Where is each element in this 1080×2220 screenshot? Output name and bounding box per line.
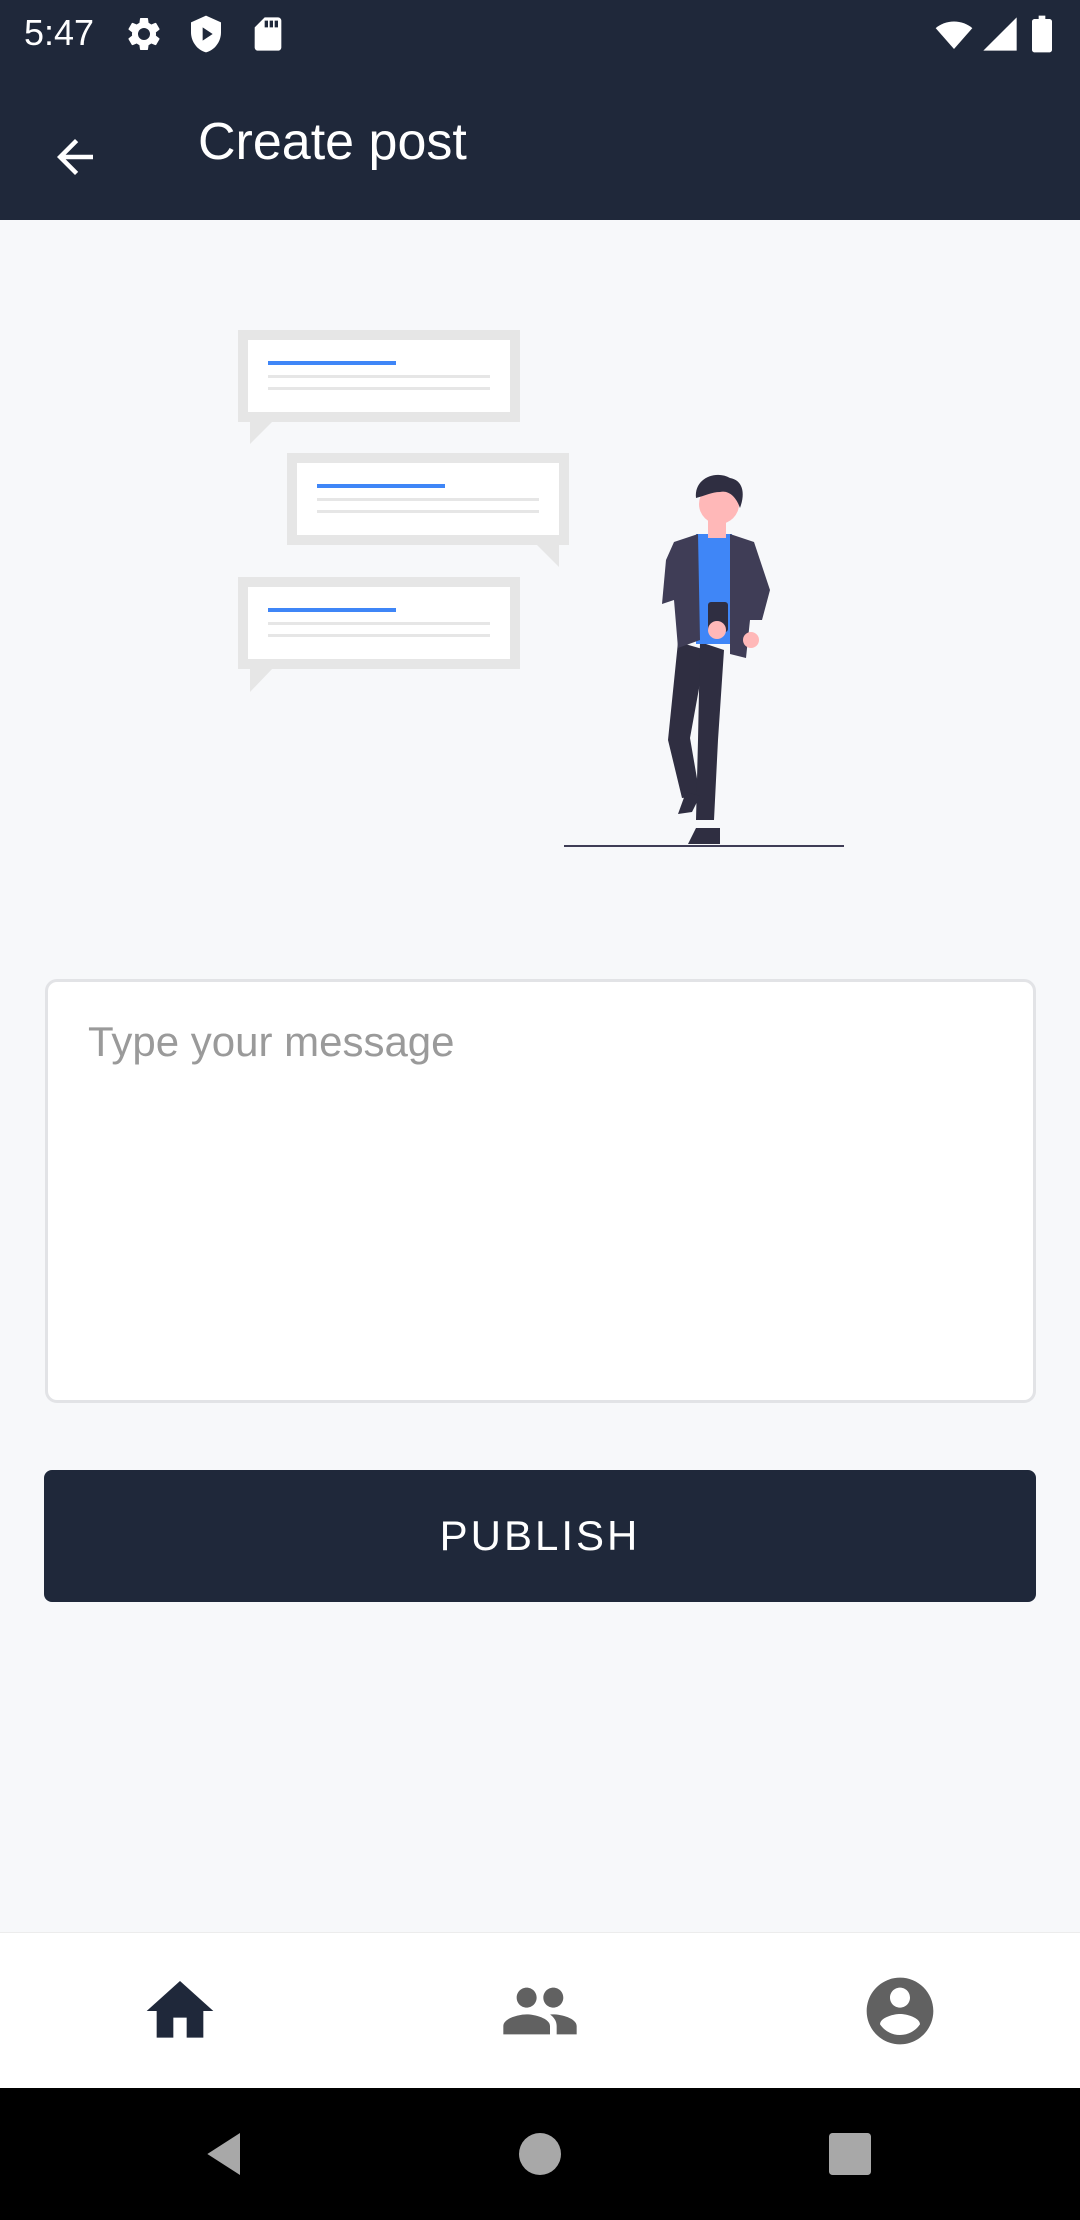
arrow-left-icon bbox=[57, 139, 93, 175]
status-time: 5:47 bbox=[24, 12, 95, 53]
home-icon bbox=[146, 1981, 214, 2038]
app-bar: Create post bbox=[0, 66, 1080, 220]
shield-icon bbox=[186, 14, 226, 54]
chat-bubble-3 bbox=[238, 577, 520, 692]
back-button[interactable] bbox=[30, 112, 120, 202]
back-triangle-icon bbox=[207, 2133, 240, 2175]
system-back-button[interactable] bbox=[190, 2118, 262, 2190]
person-figure bbox=[662, 474, 770, 844]
publish-button[interactable]: PUBLISH bbox=[44, 1470, 1036, 1602]
settings-icon bbox=[124, 14, 164, 54]
chat-bubble-1 bbox=[238, 330, 520, 444]
system-home-button[interactable] bbox=[504, 2118, 576, 2190]
message-input[interactable] bbox=[48, 982, 1033, 1400]
cellular-signal-icon bbox=[980, 14, 1020, 54]
battery-icon bbox=[1030, 14, 1054, 54]
account-circle-icon bbox=[866, 1977, 934, 2045]
system-recents-button[interactable] bbox=[814, 2118, 886, 2190]
recents-square-icon bbox=[829, 2133, 871, 2175]
bottom-nav bbox=[0, 1932, 1080, 2088]
nav-item-profile[interactable] bbox=[720, 1933, 1080, 2089]
system-nav bbox=[0, 2088, 1080, 2220]
messages-person-illustration bbox=[230, 320, 850, 860]
page-title: Create post bbox=[198, 113, 467, 171]
chat-bubble-2 bbox=[287, 453, 569, 567]
sd-card-icon bbox=[248, 14, 288, 54]
status-bar: 5:47 bbox=[0, 0, 1080, 66]
wifi-icon bbox=[934, 14, 974, 54]
nav-item-groups[interactable] bbox=[360, 1933, 720, 2089]
home-circle-icon bbox=[519, 2133, 561, 2175]
nav-item-home[interactable] bbox=[0, 1933, 360, 2089]
group-icon bbox=[503, 1987, 577, 2035]
message-box bbox=[45, 979, 1036, 1403]
